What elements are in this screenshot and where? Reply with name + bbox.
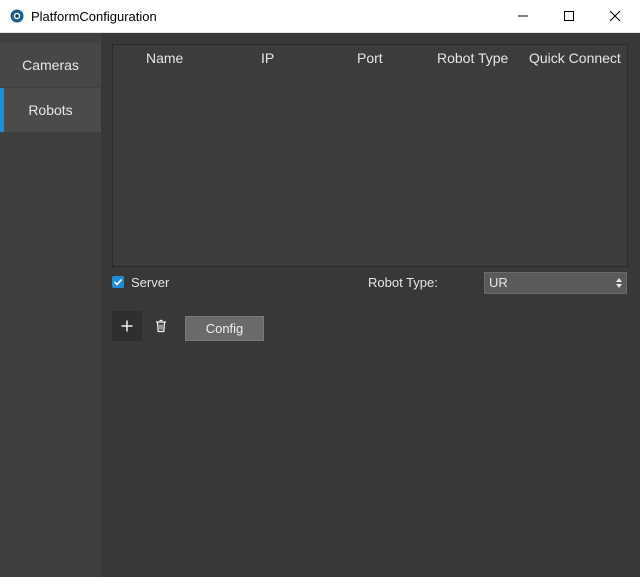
config-button[interactable]: Config <box>185 316 264 341</box>
minimize-button[interactable] <box>500 0 546 32</box>
minimize-icon <box>518 15 528 17</box>
column-header-robot-type[interactable]: Robot Type <box>437 50 508 66</box>
sidebar-item-label: Robots <box>28 102 73 118</box>
column-header-port[interactable]: Port <box>357 50 383 66</box>
sidebar-item-label: Cameras <box>22 57 79 73</box>
checkmark-icon <box>113 278 123 286</box>
sidebar-item-robots[interactable]: Robots <box>0 88 101 132</box>
config-button-label: Config <box>205 321 244 336</box>
plus-icon <box>121 320 133 332</box>
robots-table[interactable]: Name IP Port Robot Type Quick Connect <box>112 44 628 267</box>
column-header-ip[interactable]: IP <box>261 50 274 66</box>
server-label[interactable]: Server <box>131 275 169 290</box>
trash-icon[interactable] <box>153 318 169 334</box>
robot-type-label: Robot Type: <box>368 275 438 290</box>
column-header-name[interactable]: Name <box>146 50 183 66</box>
sidebar: Cameras Robots <box>0 33 101 577</box>
robot-type-value: UR <box>489 275 508 290</box>
selected-indicator <box>0 88 4 132</box>
add-robot-button[interactable] <box>112 311 142 341</box>
window-title: PlatformConfiguration <box>31 9 157 24</box>
close-icon <box>609 10 621 22</box>
sidebar-item-cameras[interactable]: Cameras <box>0 43 101 87</box>
eye-logo-icon <box>10 9 24 23</box>
robots-panel: Name IP Port Robot Type Quick Connect Se… <box>101 33 640 577</box>
title-bar: PlatformConfiguration <box>0 0 640 33</box>
server-checkbox[interactable] <box>112 276 124 288</box>
column-header-quick-connect[interactable]: Quick Connect <box>529 50 621 66</box>
spinner-arrows-icon <box>616 278 622 288</box>
robot-type-select[interactable]: UR <box>484 272 627 294</box>
maximize-button[interactable] <box>546 0 592 32</box>
platform-configuration-window: PlatformConfiguration Cameras Robots Nam… <box>0 0 640 577</box>
close-button[interactable] <box>592 0 638 32</box>
maximize-icon <box>564 11 574 21</box>
